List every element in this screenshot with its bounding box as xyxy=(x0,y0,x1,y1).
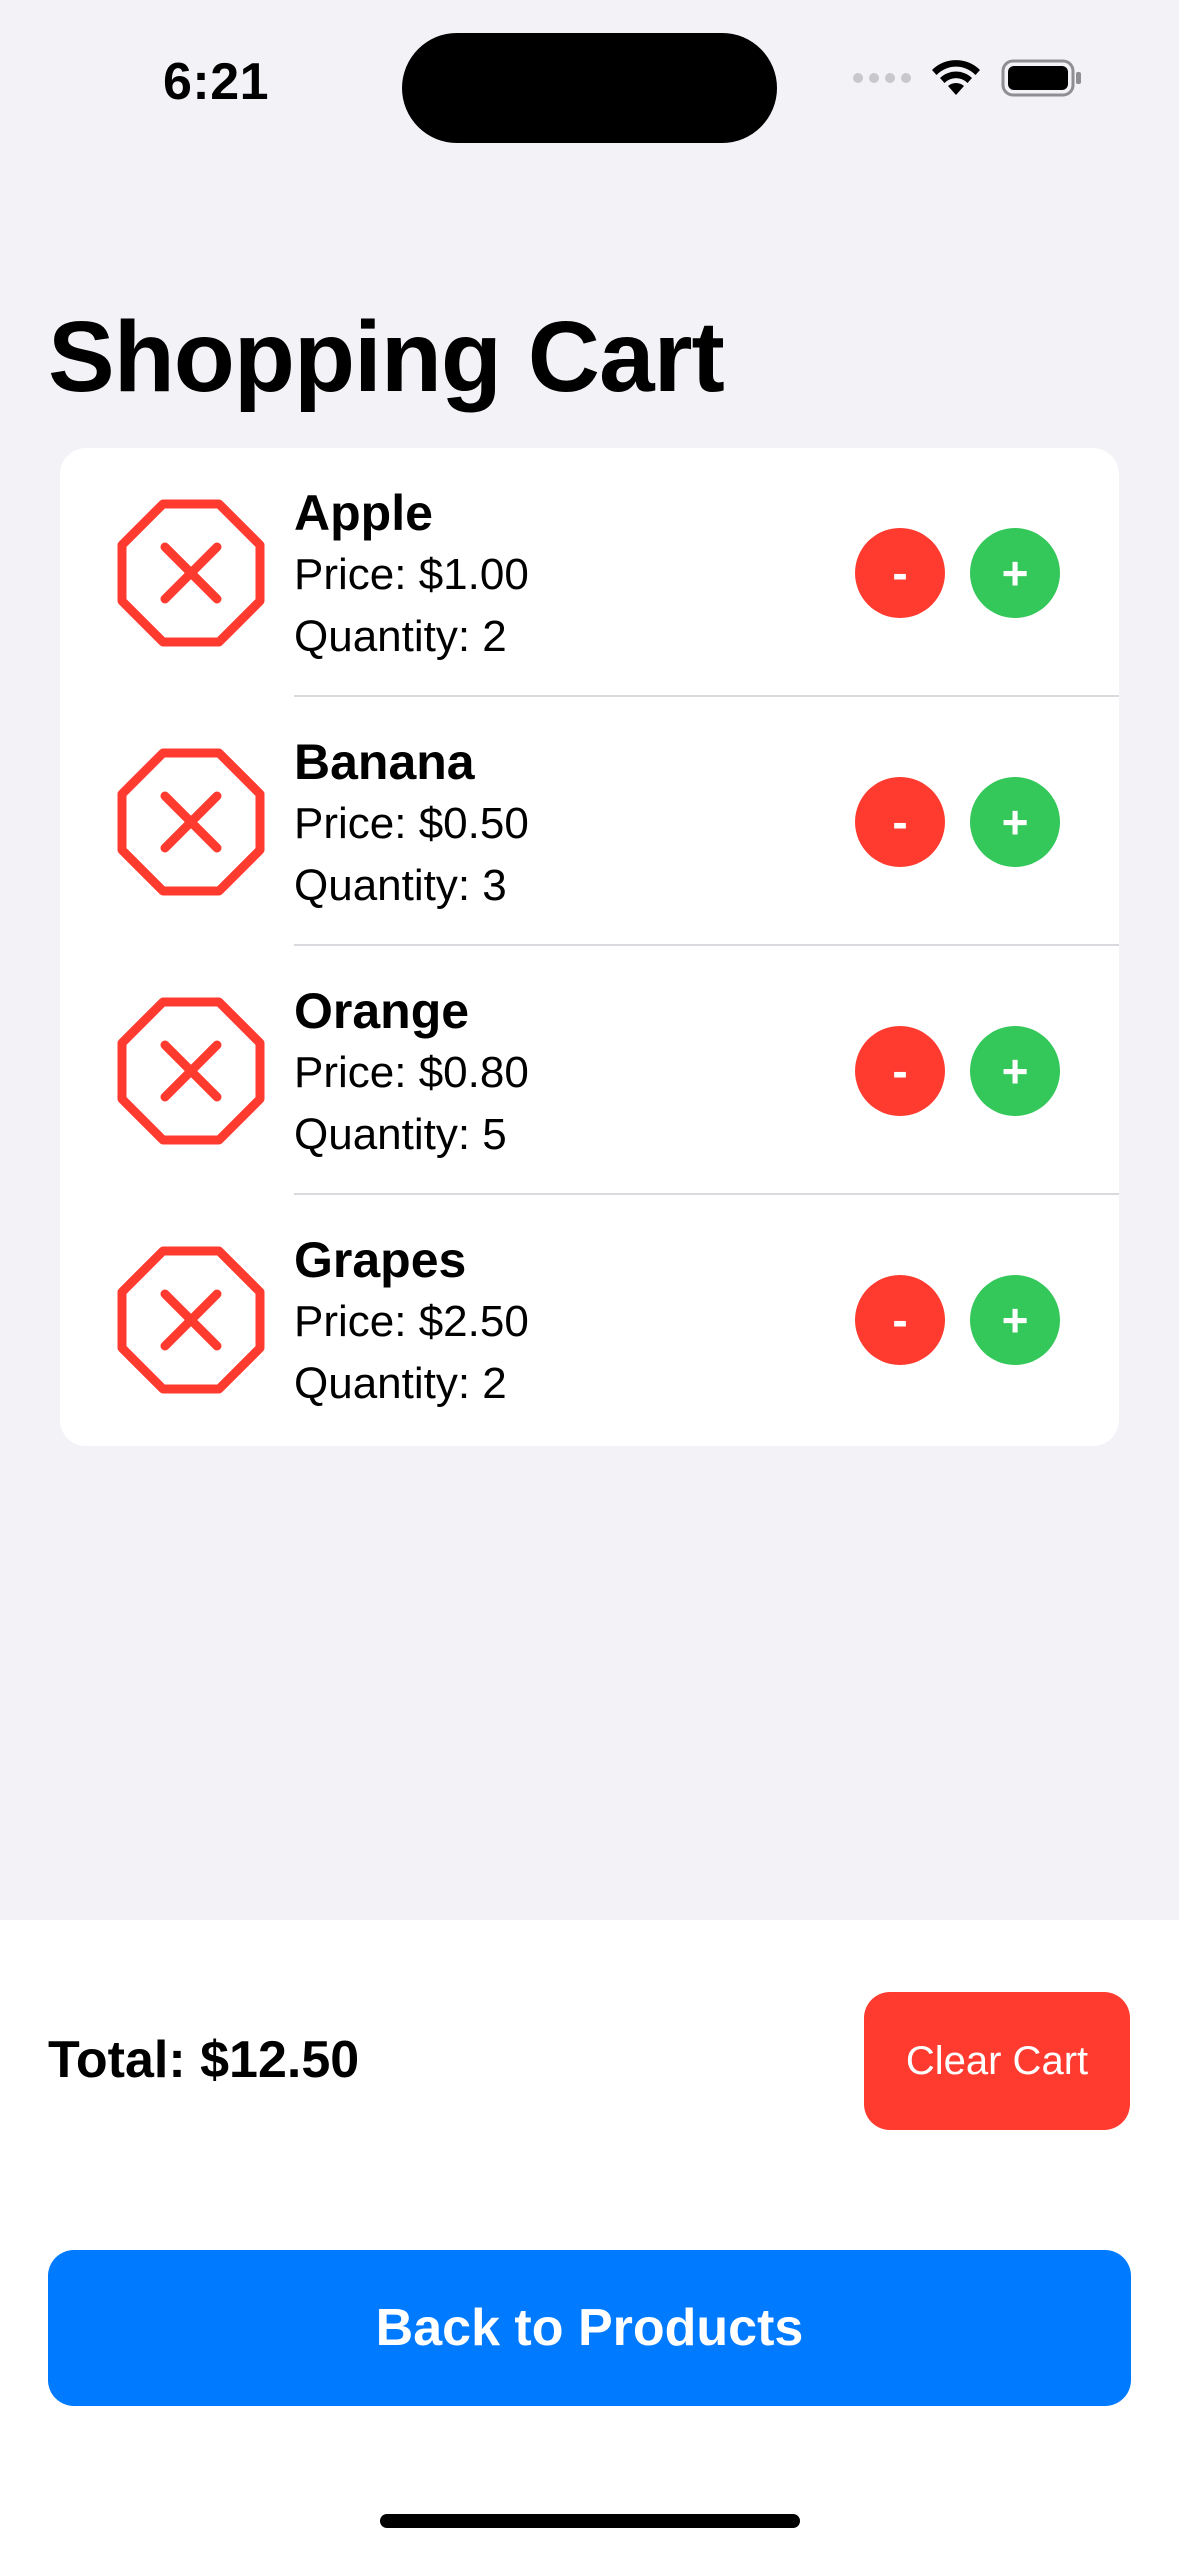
home-indicator[interactable] xyxy=(380,2514,800,2528)
item-quantity: Quantity: 5 xyxy=(294,1110,507,1159)
item-price: Price: $0.80 xyxy=(294,1048,529,1097)
item-price: Price: $1.00 xyxy=(294,550,529,599)
cart-list: Apple Price: $1.00 Quantity: 2 - + Banan… xyxy=(60,448,1119,1446)
remove-item-icon[interactable] xyxy=(116,747,266,897)
item-name: Grapes xyxy=(294,1232,467,1288)
item-details: Orange Price: $0.80 Quantity: 5 xyxy=(294,980,529,1166)
wifi-icon xyxy=(932,60,980,95)
cart-item-row: Banana Price: $0.50 Quantity: 3 - + xyxy=(60,697,1119,946)
cart-item-row: Apple Price: $1.00 Quantity: 2 - + xyxy=(60,448,1119,697)
item-price: Price: $0.50 xyxy=(294,799,529,848)
item-details: Banana Price: $0.50 Quantity: 3 xyxy=(294,731,529,917)
cart-item-row: Grapes Price: $2.50 Quantity: 2 - + xyxy=(60,1195,1119,1444)
item-name: Orange xyxy=(294,983,470,1039)
remove-item-icon[interactable] xyxy=(116,1245,266,1395)
increase-quantity-button[interactable]: + xyxy=(970,777,1060,867)
cellular-signal-icon xyxy=(853,73,911,83)
item-details: Apple Price: $1.00 Quantity: 2 xyxy=(294,482,529,668)
clear-cart-button[interactable]: Clear Cart xyxy=(864,1992,1130,2130)
dynamic-island xyxy=(402,33,777,143)
increase-quantity-button[interactable]: + xyxy=(970,1026,1060,1116)
increase-quantity-button[interactable]: + xyxy=(970,1275,1060,1365)
item-name: Banana xyxy=(294,734,475,790)
remove-item-icon[interactable] xyxy=(116,498,266,648)
item-quantity: Quantity: 2 xyxy=(294,612,507,661)
battery-icon xyxy=(1001,59,1081,97)
back-to-products-button[interactable]: Back to Products xyxy=(48,2250,1131,2406)
cart-total: Total: $12.50 xyxy=(48,2031,360,2089)
cart-summary-panel: Total: $12.50 Clear Cart Back to Product… xyxy=(0,1920,1179,2556)
item-details: Grapes Price: $2.50 Quantity: 2 xyxy=(294,1229,529,1415)
page-title: Shopping Cart xyxy=(48,301,725,413)
status-bar: 6:21 xyxy=(0,0,1179,170)
item-name: Apple xyxy=(294,485,433,541)
item-price: Price: $2.50 xyxy=(294,1297,529,1346)
status-icons xyxy=(853,58,1083,98)
remove-item-icon[interactable] xyxy=(116,996,266,1146)
cart-item-row: Orange Price: $0.80 Quantity: 5 - + xyxy=(60,946,1119,1195)
decrease-quantity-button[interactable]: - xyxy=(855,1026,945,1116)
item-quantity: Quantity: 3 xyxy=(294,861,507,910)
decrease-quantity-button[interactable]: - xyxy=(855,777,945,867)
status-time: 6:21 xyxy=(163,53,270,111)
decrease-quantity-button[interactable]: - xyxy=(855,528,945,618)
item-quantity: Quantity: 2 xyxy=(294,1359,507,1408)
increase-quantity-button[interactable]: + xyxy=(970,528,1060,618)
decrease-quantity-button[interactable]: - xyxy=(855,1275,945,1365)
